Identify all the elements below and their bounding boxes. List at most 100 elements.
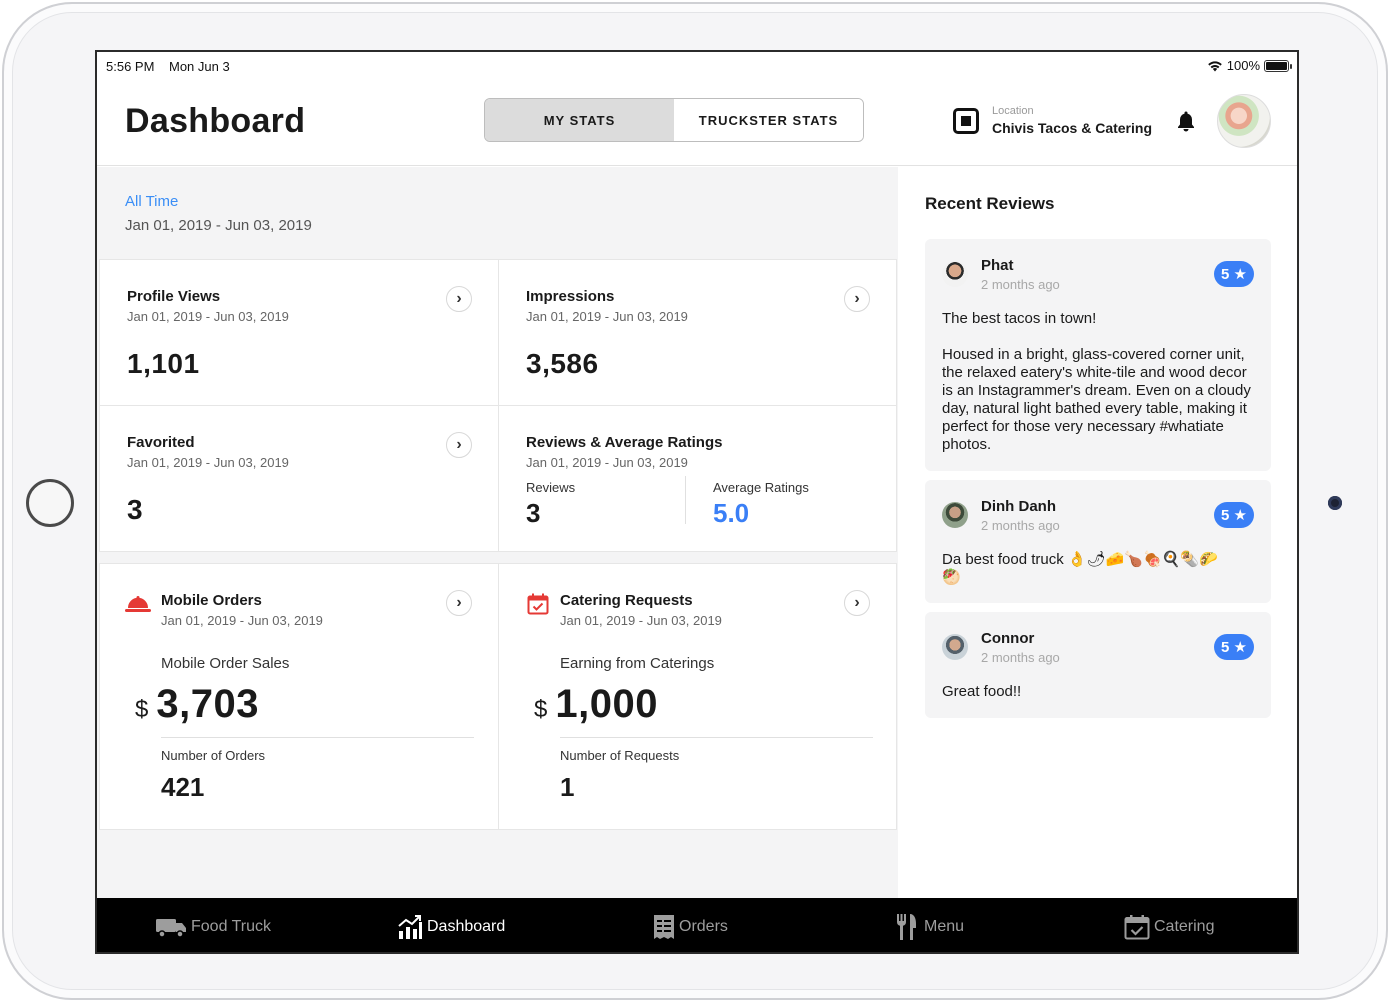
rating-badge: 5 ★ — [1214, 634, 1254, 660]
tab-catering[interactable]: Catering — [1124, 898, 1215, 952]
stats-segmented-control: MY STATS TRUCKSTER STATS — [484, 98, 864, 142]
tab-food-truck[interactable]: Food Truck — [155, 898, 272, 952]
sales-label: Mobile Order Sales — [161, 655, 290, 672]
card-title: Catering Requests — [560, 592, 693, 609]
reviewer-avatar — [942, 502, 968, 528]
card-dates: Jan 01, 2019 - Jun 03, 2019 — [127, 309, 289, 324]
chart-icon — [398, 915, 422, 939]
chevron-right-icon[interactable]: › — [446, 286, 472, 312]
bell-icon[interactable] — [1176, 110, 1196, 132]
card-dates: Jan 01, 2019 - Jun 03, 2019 — [526, 455, 688, 470]
location-label: Location — [992, 105, 1034, 117]
sales-amount: $ 3,703 — [135, 682, 259, 727]
battery-fill — [1266, 61, 1287, 70]
status-bar: 5:56 PM Mon Jun 3 100% — [97, 52, 1297, 78]
card-title: Reviews & Average Ratings — [526, 434, 723, 451]
average-rating-label: Average Ratings — [713, 480, 809, 495]
mobile-orders-card[interactable]: Mobile Orders Jan 01, 2019 - Jun 03, 201… — [99, 563, 499, 830]
divider — [560, 737, 873, 738]
review-text: Da best food truck 👌🌶🧀🍗🍖🍳🌯🌮 🥙 — [942, 551, 1218, 586]
card-value: 1,101 — [127, 348, 200, 379]
orders-count-label: Number of Orders — [161, 748, 266, 763]
divider — [161, 737, 474, 738]
rating-badge: 5 ★ — [1214, 502, 1254, 528]
date-range-dates: Jan 01, 2019 - Jun 03, 2019 — [125, 217, 312, 234]
review-text: Great food!! — [942, 683, 1022, 700]
card-title: Mobile Orders — [161, 592, 262, 609]
tab-label: Menu — [924, 918, 965, 935]
divider — [685, 476, 686, 524]
chevron-right-icon[interactable]: › — [844, 590, 870, 616]
recent-reviews-panel: Recent Reviews Phat 2 months ago 5 ★ The… — [898, 167, 1297, 898]
average-rating-value: 5.0 — [713, 498, 750, 528]
review-time: 2 months ago — [981, 650, 1060, 665]
home-button[interactable] — [26, 479, 74, 527]
card-dates: Jan 01, 2019 - Jun 03, 2019 — [526, 309, 688, 324]
earnings-value: 1,000 — [555, 682, 658, 726]
tab-label: Dashboard — [427, 918, 506, 935]
tab-truckster-stats[interactable]: TRUCKSTER STATS — [674, 99, 863, 141]
review-card[interactable]: Connor 2 months ago 5 ★ Great food!! — [925, 612, 1271, 718]
tab-dashboard[interactable]: Dashboard — [397, 898, 506, 952]
calendar-check-icon — [527, 593, 549, 615]
page-title: Dashboard — [125, 102, 306, 140]
tab-label: Catering — [1154, 918, 1215, 935]
tab-label: Orders — [679, 918, 728, 935]
reviewer-avatar — [942, 634, 968, 660]
profile-views-card[interactable]: Profile Views Jan 01, 2019 - Jun 03, 201… — [99, 259, 499, 406]
food-truck-icon — [156, 919, 186, 938]
reviewer-avatar — [942, 261, 968, 287]
tab-label: Food Truck — [191, 918, 272, 935]
status-date: Mon Jun 3 — [169, 59, 230, 74]
chevron-right-icon[interactable]: › — [844, 286, 870, 312]
card-value: 3,586 — [526, 348, 599, 379]
calendar-check-icon — [1124, 915, 1150, 940]
currency-symbol: $ — [135, 696, 149, 723]
review-text: The best tacos in town! Housed in a brig… — [942, 310, 1251, 453]
favorited-card[interactable]: Favorited Jan 01, 2019 - Jun 03, 2019 3 … — [99, 405, 499, 552]
card-title: Impressions — [526, 288, 615, 305]
status-right: 100% — [1207, 58, 1292, 73]
currency-symbol: $ — [534, 696, 548, 723]
earnings-label: Earning from Caterings — [560, 655, 715, 672]
date-range-label[interactable]: All Time — [125, 193, 178, 210]
sales-value: 3,703 — [156, 682, 259, 726]
card-dates: Jan 01, 2019 - Jun 03, 2019 — [127, 455, 289, 470]
profile-avatar[interactable] — [1217, 94, 1271, 148]
card-dates: Jan 01, 2019 - Jun 03, 2019 — [560, 613, 722, 628]
reviewer-name: Phat — [981, 257, 1014, 274]
card-title: Favorited — [127, 434, 195, 451]
tab-my-stats[interactable]: MY STATS — [485, 99, 674, 141]
screen: 5:56 PM Mon Jun 3 100% Dashboard MY STAT… — [95, 50, 1299, 954]
reviews-count-label: Reviews — [526, 480, 576, 495]
reviewer-name: Connor — [981, 630, 1035, 647]
status-time: 5:56 PM — [106, 59, 155, 74]
reviews-ratings-card: Reviews & Average Ratings Jan 01, 2019 -… — [498, 405, 897, 552]
catering-requests-card[interactable]: Catering Requests Jan 01, 2019 - Jun 03,… — [498, 563, 897, 830]
card-value: 3 — [127, 494, 144, 525]
battery-icon — [1264, 59, 1292, 72]
card-title: Profile Views — [127, 288, 221, 305]
chevron-right-icon[interactable]: › — [446, 590, 472, 616]
review-card[interactable]: Phat 2 months ago 5 ★ The best tacos in … — [925, 239, 1271, 471]
requests-count-value: 1 — [560, 772, 575, 802]
impressions-card[interactable]: Impressions Jan 01, 2019 - Jun 03, 2019 … — [498, 259, 897, 406]
review-card[interactable]: Dinh Danh 2 months ago 5 ★ Da best food … — [925, 480, 1271, 603]
wifi-icon — [1207, 60, 1222, 71]
battery-percent: 100% — [1226, 58, 1260, 73]
rating-badge: 5 ★ — [1214, 261, 1254, 287]
receipt-icon — [654, 915, 674, 939]
tab-menu[interactable]: Menu — [894, 898, 965, 952]
requests-count-label: Number of Requests — [560, 748, 680, 763]
review-time: 2 months ago — [981, 518, 1060, 533]
header: Dashboard MY STATS TRUCKSTER STATS Locat… — [97, 78, 1297, 166]
orders-count-value: 421 — [161, 772, 205, 802]
tab-orders[interactable]: Orders — [653, 898, 728, 952]
location-name[interactable]: Chivis Tacos & Catering — [992, 120, 1152, 136]
recent-reviews-title: Recent Reviews — [925, 194, 1055, 213]
chevron-right-icon[interactable]: › — [446, 432, 472, 458]
location-icon[interactable] — [953, 108, 979, 134]
fork-knife-icon — [897, 914, 916, 940]
date-range[interactable]: All Time Jan 01, 2019 - Jun 03, 2019 — [97, 167, 898, 259]
reviewer-name: Dinh Danh — [981, 498, 1056, 515]
